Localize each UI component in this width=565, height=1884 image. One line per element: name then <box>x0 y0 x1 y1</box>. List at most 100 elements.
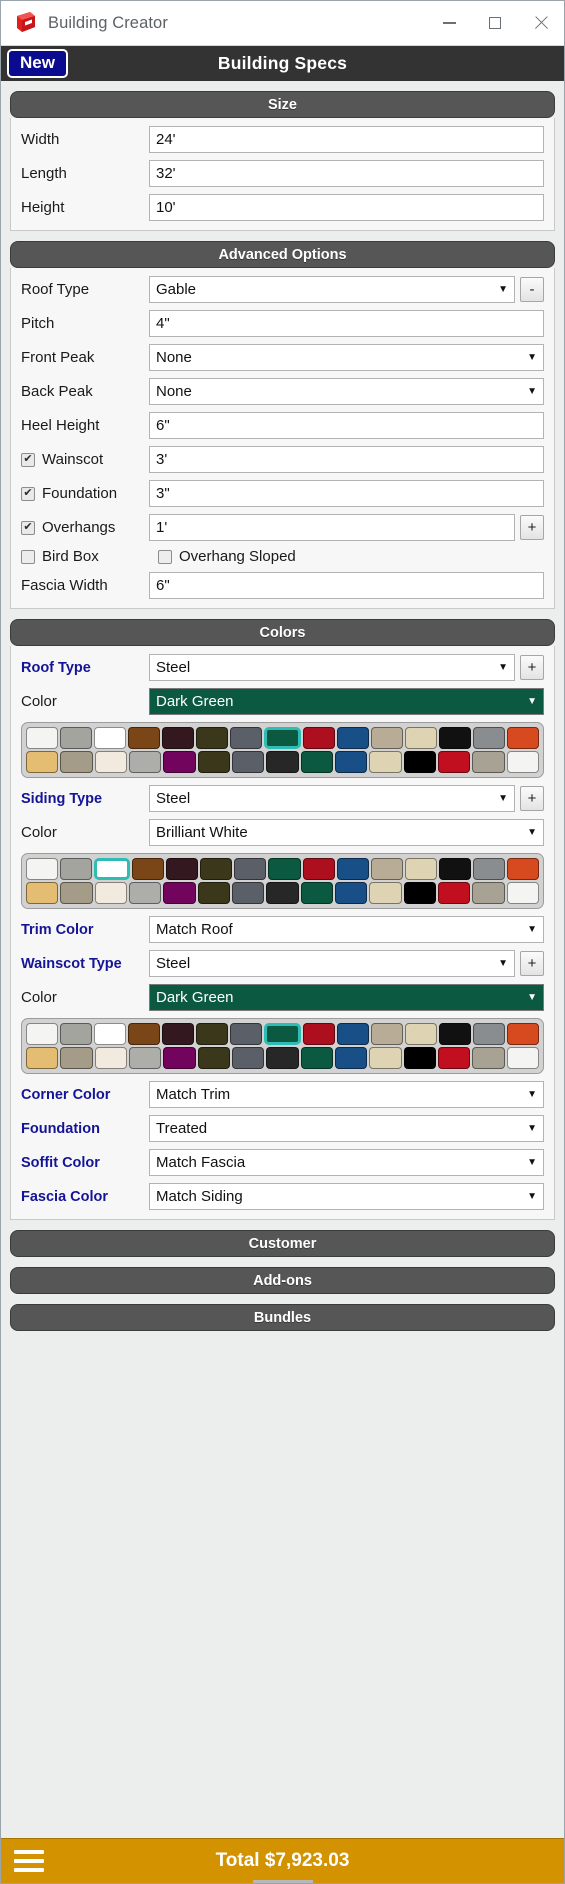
checkbox-overhang-sloped[interactable]: Overhang Sloped <box>149 548 544 565</box>
section-header-bundles[interactable]: Bundles <box>10 1304 555 1331</box>
color-swatch[interactable] <box>369 1047 402 1069</box>
color-swatch[interactable] <box>403 882 436 904</box>
color-swatch[interactable] <box>369 882 402 904</box>
color-swatch[interactable] <box>26 882 59 904</box>
select-roof-material[interactable]: Steel ▼ <box>149 654 515 681</box>
select-fascia-color[interactable]: Match Siding ▼ <box>149 1183 544 1210</box>
color-swatch[interactable] <box>163 751 196 773</box>
select-wainscot-material[interactable]: Steel ▼ <box>149 950 515 977</box>
add-roof-material-button[interactable]: + <box>520 655 544 680</box>
color-swatch[interactable] <box>197 882 230 904</box>
input-foundation-height[interactable]: 3" <box>149 480 544 507</box>
input-heel-height[interactable]: 6" <box>149 412 544 439</box>
checkbox-bird-box[interactable]: Bird Box <box>21 548 149 565</box>
color-swatch[interactable] <box>336 727 369 749</box>
color-swatch[interactable] <box>132 858 165 880</box>
color-swatch[interactable] <box>163 882 196 904</box>
color-swatch[interactable] <box>438 1023 471 1045</box>
color-swatch[interactable] <box>128 1047 162 1069</box>
add-overhang-button[interactable]: + <box>520 515 544 540</box>
color-swatch[interactable] <box>370 858 403 880</box>
close-icon[interactable] <box>518 1 564 45</box>
color-swatch[interactable] <box>370 1023 403 1045</box>
color-swatch[interactable] <box>26 858 59 880</box>
color-swatch[interactable] <box>162 1023 195 1045</box>
input-pitch[interactable]: 4" <box>149 310 544 337</box>
color-swatch[interactable] <box>268 858 301 880</box>
color-swatch[interactable] <box>334 751 368 773</box>
palette-wainscot[interactable] <box>21 1018 544 1074</box>
color-swatch[interactable] <box>197 751 230 773</box>
add-siding-material-button[interactable]: + <box>520 786 544 811</box>
specs-scroll-area[interactable]: Size Width 24' Length 32' Height 10' Adv… <box>1 81 564 1838</box>
section-header-colors[interactable]: Colors <box>10 619 555 646</box>
color-swatch[interactable] <box>334 1047 368 1069</box>
color-swatch[interactable] <box>472 751 505 773</box>
color-swatch[interactable] <box>302 858 335 880</box>
select-roof-color[interactable]: Dark Green ▼ <box>149 688 544 715</box>
color-swatch[interactable] <box>437 882 471 904</box>
section-header-size[interactable]: Size <box>10 91 555 118</box>
select-trim-color[interactable]: Match Roof ▼ <box>149 916 544 943</box>
new-button[interactable]: New <box>7 49 68 78</box>
input-wainscot-height[interactable]: 3' <box>149 446 544 473</box>
palette-siding[interactable] <box>21 853 544 909</box>
color-swatch[interactable] <box>234 858 267 880</box>
color-swatch[interactable] <box>506 1047 539 1069</box>
palette-roof[interactable] <box>21 722 544 778</box>
color-swatch[interactable] <box>264 1023 301 1045</box>
maximize-icon[interactable] <box>472 1 518 45</box>
select-foundation-color[interactable]: Treated ▼ <box>149 1115 544 1142</box>
color-swatch[interactable] <box>506 727 539 749</box>
input-fascia-width[interactable]: 6" <box>149 572 544 599</box>
color-swatch[interactable] <box>266 1047 299 1069</box>
color-swatch[interactable] <box>128 727 161 749</box>
color-swatch[interactable] <box>166 858 199 880</box>
color-swatch[interactable] <box>438 727 471 749</box>
color-swatch[interactable] <box>94 727 127 749</box>
color-swatch[interactable] <box>231 751 265 773</box>
select-front-peak[interactable]: None ▼ <box>149 344 544 371</box>
color-swatch[interactable] <box>438 858 471 880</box>
color-swatch[interactable] <box>266 882 299 904</box>
color-swatch[interactable] <box>334 882 368 904</box>
color-swatch[interactable] <box>162 727 195 749</box>
select-corner-color[interactable]: Match Trim ▼ <box>149 1081 544 1108</box>
color-swatch[interactable] <box>437 1047 471 1069</box>
color-swatch[interactable] <box>302 1023 335 1045</box>
checkbox-overhangs[interactable]: ✔ Overhangs <box>21 519 149 536</box>
color-swatch[interactable] <box>26 1023 59 1045</box>
color-swatch[interactable] <box>370 727 403 749</box>
checkbox-wainscot[interactable]: ✔ Wainscot <box>21 451 149 468</box>
color-swatch[interactable] <box>196 1023 229 1045</box>
color-swatch[interactable] <box>230 1023 263 1045</box>
color-swatch[interactable] <box>94 751 127 773</box>
color-swatch[interactable] <box>302 727 335 749</box>
color-swatch[interactable] <box>231 1047 265 1069</box>
input-length[interactable]: 32' <box>149 160 544 187</box>
color-swatch[interactable] <box>60 858 93 880</box>
color-swatch[interactable] <box>196 727 229 749</box>
color-swatch[interactable] <box>264 727 301 749</box>
section-header-advanced-options[interactable]: Advanced Options <box>10 241 555 268</box>
color-swatch[interactable] <box>197 1047 230 1069</box>
color-swatch[interactable] <box>60 727 93 749</box>
color-swatch[interactable] <box>26 1047 59 1069</box>
color-swatch[interactable] <box>60 882 93 904</box>
color-swatch[interactable] <box>94 858 131 880</box>
color-swatch[interactable] <box>506 1023 539 1045</box>
color-swatch[interactable] <box>369 751 402 773</box>
color-swatch[interactable] <box>472 858 505 880</box>
color-swatch[interactable] <box>60 1047 93 1069</box>
color-swatch[interactable] <box>404 1023 437 1045</box>
color-swatch[interactable] <box>336 1023 369 1045</box>
color-swatch[interactable] <box>230 727 263 749</box>
color-swatch[interactable] <box>128 1023 161 1045</box>
color-swatch[interactable] <box>336 858 369 880</box>
remove-roof-type-button[interactable]: - <box>520 277 544 302</box>
color-swatch[interactable] <box>26 727 59 749</box>
color-swatch[interactable] <box>506 882 539 904</box>
select-siding-color[interactable]: Brilliant White ▼ <box>149 819 544 846</box>
section-header-addons[interactable]: Add-ons <box>10 1267 555 1294</box>
color-swatch[interactable] <box>300 1047 333 1069</box>
